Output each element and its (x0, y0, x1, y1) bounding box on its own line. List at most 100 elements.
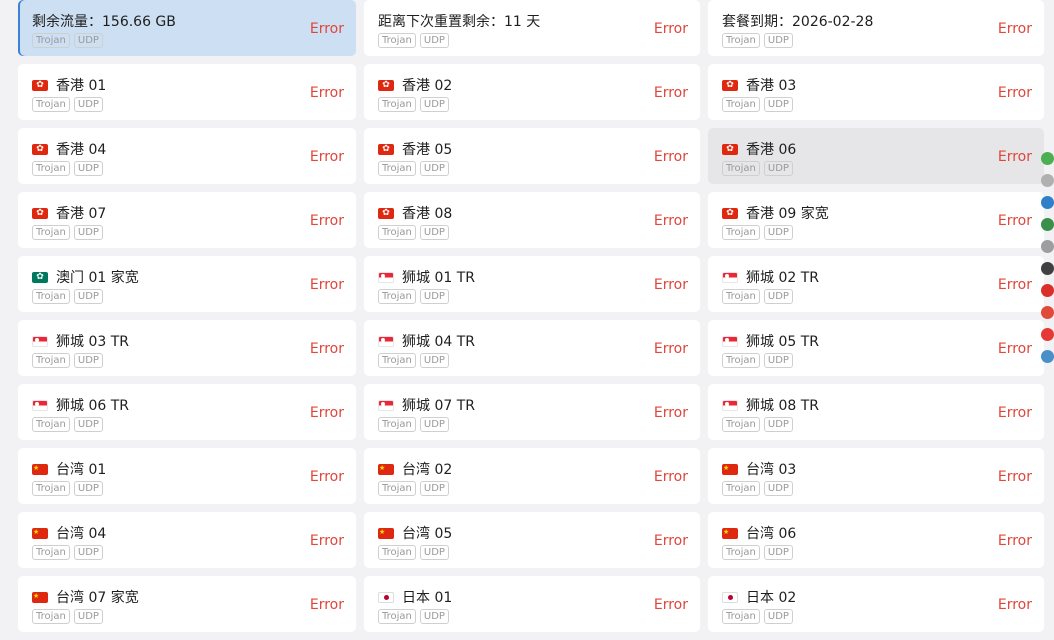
node-name: 台湾 02 (402, 462, 453, 478)
node-status: Error (997, 21, 1032, 37)
udp-tag: UDP (419, 545, 449, 560)
node-name-row: 台湾 03 (722, 459, 796, 479)
node-tags: Trojan UDP (32, 289, 103, 304)
node-name: 狮城 01 TR (402, 270, 475, 286)
proxy-node-card-23[interactable]: 台湾 02 Trojan UDP Error (364, 448, 700, 504)
red-circle-icon[interactable] (1041, 328, 1054, 341)
flag-hk-icon (32, 143, 48, 155)
udp-tag: UDP (73, 609, 103, 624)
protocol-tag: Trojan (378, 225, 416, 240)
node-name: 台湾 01 (56, 462, 107, 478)
node-status: Error (653, 469, 688, 485)
node-status: Error (653, 533, 688, 549)
proxy-node-card-1[interactable]: 剩余流量：156.66 GB Trojan UDP Error (18, 0, 356, 56)
proxy-node-card-14[interactable]: 狮城 01 TR Trojan UDP Error (364, 256, 700, 312)
proxy-node-card-21[interactable]: 狮城 08 TR Trojan UDP Error (708, 384, 1044, 440)
fish-icon[interactable] (1041, 350, 1054, 363)
flag-hk-icon (378, 79, 394, 91)
node-tags: Trojan UDP (32, 161, 103, 176)
protocol-tag: Trojan (32, 545, 70, 560)
node-tags: Trojan UDP (722, 481, 793, 496)
proxy-node-card-16[interactable]: 狮城 03 TR Trojan UDP Error (18, 320, 356, 376)
udp-tag: UDP (73, 225, 103, 240)
flag-cn-icon (378, 463, 394, 475)
protocol-tag: Trojan (722, 225, 760, 240)
node-tags: Trojan UDP (378, 609, 449, 624)
udp-tag: UDP (73, 161, 103, 176)
flag-cn-icon (722, 463, 738, 475)
target-icon[interactable] (1041, 306, 1054, 319)
flag-jp-icon (722, 591, 738, 603)
circle-m-icon[interactable] (1041, 240, 1054, 253)
node-status: Error (653, 85, 688, 101)
udp-tag: UDP (763, 289, 793, 304)
node-status: Error (653, 597, 688, 613)
node-status: Error (997, 149, 1032, 165)
proxy-node-card-25[interactable]: 台湾 04 Trojan UDP Error (18, 512, 356, 568)
globe-icon[interactable] (1041, 218, 1054, 231)
proxy-node-card-30[interactable]: 日本 02 Trojan UDP Error (708, 576, 1044, 632)
node-status: Error (653, 341, 688, 357)
node-name-row: 台湾 07 家宽 (32, 587, 139, 607)
proxy-node-card-10[interactable]: 香港 07 Trojan UDP Error (18, 192, 356, 248)
udp-tag: UDP (73, 481, 103, 496)
udp-tag: UDP (763, 609, 793, 624)
node-tags: Trojan UDP (378, 417, 449, 432)
node-status: Error (309, 213, 344, 229)
node-name: 台湾 06 (746, 526, 797, 542)
node-name-row: 香港 06 (722, 139, 796, 159)
proxy-node-card-2[interactable]: 距离下次重置剩余：11 天 Trojan UDP Error (364, 0, 700, 56)
proxy-node-card-5[interactable]: 香港 02 Trojan UDP Error (364, 64, 700, 120)
protocol-tag: Trojan (378, 609, 416, 624)
node-tags: Trojan UDP (722, 225, 793, 240)
flag-sg-icon (32, 399, 48, 411)
proxy-node-card-26[interactable]: 台湾 05 Trojan UDP Error (364, 512, 700, 568)
proxy-node-card-28[interactable]: 台湾 07 家宽 Trojan UDP Error (18, 576, 356, 632)
udp-tag: UDP (763, 417, 793, 432)
node-name-row: 日本 01 (378, 587, 452, 607)
node-name-row: 香港 01 (32, 75, 106, 95)
proxy-node-card-17[interactable]: 狮城 04 TR Trojan UDP Error (364, 320, 700, 376)
node-tags: Trojan UDP (378, 353, 449, 368)
proxy-node-card-7[interactable]: 香港 04 Trojan UDP Error (18, 128, 356, 184)
proxy-node-card-15[interactable]: 狮城 02 TR Trojan UDP Error (708, 256, 1044, 312)
flag-hk-icon (722, 143, 738, 155)
proxy-node-card-3[interactable]: 套餐到期：2026-02-28 Trojan UDP Error (708, 0, 1044, 56)
proxy-node-card-20[interactable]: 狮城 07 TR Trojan UDP Error (364, 384, 700, 440)
node-name: 剩余流量：156.66 GB (32, 14, 176, 30)
globe-icon[interactable] (1041, 196, 1054, 209)
protocol-tag: Trojan (722, 609, 760, 624)
node-status: Error (309, 341, 344, 357)
node-tags: Trojan UDP (722, 33, 793, 48)
node-tags: Trojan UDP (378, 97, 449, 112)
udp-tag: UDP (73, 353, 103, 368)
node-name-row: 香港 02 (378, 75, 452, 95)
udp-tag: UDP (419, 225, 449, 240)
proxy-node-card-27[interactable]: 台湾 06 Trojan UDP Error (708, 512, 1044, 568)
proxy-node-card-8[interactable]: 香港 05 Trojan UDP Error (364, 128, 700, 184)
flag-sg-icon (722, 335, 738, 347)
server-icon[interactable] (1041, 262, 1054, 275)
recycle-icon[interactable] (1041, 174, 1054, 187)
udp-tag: UDP (763, 545, 793, 560)
proxy-node-card-18[interactable]: 狮城 05 TR Trojan UDP Error (708, 320, 1044, 376)
proxy-node-card-22[interactable]: 台湾 01 Trojan UDP Error (18, 448, 356, 504)
node-tags: Trojan UDP (722, 417, 793, 432)
proxy-node-card-19[interactable]: 狮城 06 TR Trojan UDP Error (18, 384, 356, 440)
proxy-node-card-4[interactable]: 香港 01 Trojan UDP Error (18, 64, 356, 120)
udp-tag: UDP (419, 33, 449, 48)
proxy-node-card-24[interactable]: 台湾 03 Trojan UDP Error (708, 448, 1044, 504)
green-shield-icon[interactable] (1041, 152, 1054, 165)
proxy-node-card-13[interactable]: 澳门 01 家宽 Trojan UDP Error (18, 256, 356, 312)
proxy-node-card-6[interactable]: 香港 03 Trojan UDP Error (708, 64, 1044, 120)
node-status: Error (653, 405, 688, 421)
proxy-node-card-11[interactable]: 香港 08 Trojan UDP Error (364, 192, 700, 248)
proxy-node-card-12[interactable]: 香港 09 家宽 Trojan UDP Error (708, 192, 1044, 248)
protocol-tag: Trojan (722, 289, 760, 304)
proxy-node-card-29[interactable]: 日本 01 Trojan UDP Error (364, 576, 700, 632)
udp-tag: UDP (73, 289, 103, 304)
proxy-node-card-9[interactable]: 香港 06 Trojan UDP Error (708, 128, 1044, 184)
node-name: 套餐到期：2026-02-28 (722, 14, 874, 30)
apple-icon[interactable] (1041, 284, 1054, 297)
node-name-row: 香港 07 (32, 203, 106, 223)
